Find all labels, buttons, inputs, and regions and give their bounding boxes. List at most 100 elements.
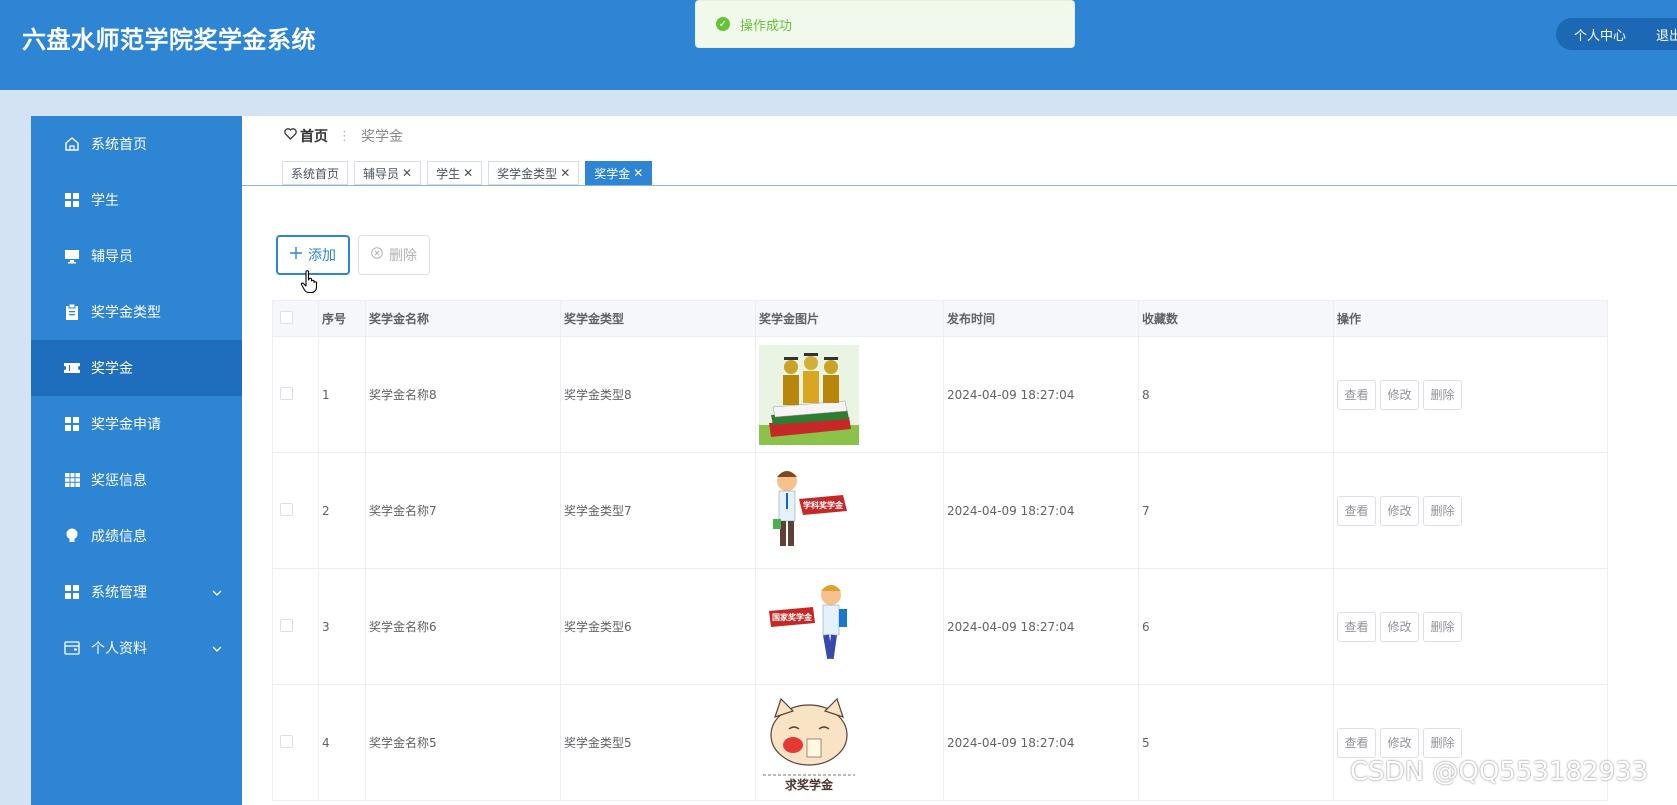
sidebar-item-grades[interactable]: 成绩信息 bbox=[31, 508, 242, 564]
row-delete-button[interactable]: 删除 bbox=[1423, 727, 1462, 758]
cell-index: 2 bbox=[318, 452, 366, 569]
close-icon[interactable]: ✕ bbox=[463, 166, 473, 180]
tab-home[interactable]: 系统首页 bbox=[282, 161, 349, 185]
view-button[interactable]: 查看 bbox=[1337, 611, 1376, 642]
column-header: 操作 bbox=[1333, 300, 1608, 337]
breadcrumb-home-label: 首页 bbox=[300, 129, 328, 145]
main-content: 首页 ⋮ 奖学金 系统首页 辅导员 ✕ 学生 ✕ 奖学金类型 ✕ 奖学金 ✕ 添加 删除 bbox=[242, 116, 1677, 805]
image-caption: 求奖学金 bbox=[785, 777, 834, 792]
scholarship-image-student-banner: 学科奖学金 bbox=[759, 460, 859, 561]
cell-name: 奖学金名称7 bbox=[365, 452, 561, 569]
select-all-checkbox[interactable] bbox=[280, 310, 293, 324]
tab-label: 奖学金类型 bbox=[497, 166, 558, 181]
tab-scholarships[interactable]: 奖学金 ✕ bbox=[585, 161, 653, 185]
app-title: 六盘水师范学院奖学金系统 bbox=[22, 26, 316, 54]
view-button[interactable]: 查看 bbox=[1337, 727, 1376, 758]
cell-index: 1 bbox=[318, 336, 366, 453]
row-delete-button[interactable]: 删除 bbox=[1423, 379, 1462, 410]
cell-name: 奖学金名称6 bbox=[365, 568, 561, 685]
row-checkbox[interactable] bbox=[280, 502, 293, 516]
sidebar-item-label: 奖惩信息 bbox=[91, 473, 147, 489]
table-row: 3 奖学金名称6 奖学金类型6 国家奖学金 2024-04-09 18:27:0… bbox=[272, 568, 1608, 685]
row-checkbox[interactable] bbox=[280, 618, 293, 632]
chevron-down-icon bbox=[212, 640, 222, 656]
tab-divider bbox=[242, 185, 1677, 186]
add-button[interactable]: 添加 bbox=[276, 235, 350, 275]
cell-type: 奖学金类型8 bbox=[560, 336, 756, 453]
view-button[interactable]: 查看 bbox=[1337, 495, 1376, 526]
sidebar: 系统首页 学生 辅导员 奖学金类型 奖学金 奖学金申请 奖惩信息 成绩信息 系统… bbox=[31, 116, 242, 805]
scholarship-image-coins-books bbox=[759, 344, 859, 445]
grid-icon bbox=[63, 583, 81, 601]
tab-label: 系统首页 bbox=[291, 166, 340, 181]
column-header: 奖学金图片 bbox=[755, 300, 944, 337]
wallet-icon bbox=[63, 639, 81, 657]
sidebar-item-scholarship-types[interactable]: 奖学金类型 bbox=[31, 284, 242, 340]
heart-icon bbox=[284, 128, 297, 144]
cell-published: 2024-04-09 18:27:04 bbox=[943, 568, 1139, 685]
check-circle-icon: ✓ bbox=[716, 17, 730, 31]
row-delete-button[interactable]: 删除 bbox=[1423, 495, 1462, 526]
add-button-label: 添加 bbox=[308, 248, 336, 264]
cell-image: 国家奖学金 bbox=[755, 568, 944, 685]
plus-icon bbox=[290, 247, 302, 263]
close-icon[interactable]: ✕ bbox=[560, 166, 570, 180]
row-checkbox[interactable] bbox=[280, 386, 293, 400]
sidebar-item-students[interactable]: 学生 bbox=[31, 172, 242, 228]
chevron-down-icon bbox=[212, 584, 222, 600]
hand-cursor-icon bbox=[300, 270, 320, 298]
cell-favorites: 6 bbox=[1138, 568, 1334, 685]
edit-button[interactable]: 修改 bbox=[1380, 727, 1419, 758]
toast-message: 操作成功 bbox=[740, 18, 793, 34]
view-button[interactable]: 查看 bbox=[1337, 379, 1376, 410]
close-icon[interactable]: ✕ bbox=[402, 166, 412, 180]
sidebar-item-scholarship-applications[interactable]: 奖学金申请 bbox=[31, 396, 242, 452]
monitor-icon bbox=[63, 247, 81, 265]
breadcrumb: 首页 ⋮ 奖学金 bbox=[284, 126, 403, 146]
grid-icon bbox=[63, 191, 81, 209]
cell-type: 奖学金类型5 bbox=[560, 684, 756, 801]
scholarship-image-cartoon-cat: 求奖学金 bbox=[759, 692, 859, 793]
sidebar-item-system-management[interactable]: 系统管理 bbox=[31, 564, 242, 620]
sidebar-item-label: 奖学金 bbox=[91, 361, 133, 377]
cell-name: 奖学金名称8 bbox=[365, 336, 561, 453]
grid-icon bbox=[63, 415, 81, 433]
cell-image: 学科奖学金 bbox=[755, 452, 944, 569]
success-toast: ✓ 操作成功 bbox=[695, 0, 1075, 48]
table-header-row: 序号 奖学金名称 奖学金类型 奖学金图片 发布时间 收藏数 操作 bbox=[272, 300, 1608, 337]
cell-image bbox=[755, 336, 944, 453]
cell-favorites: 7 bbox=[1138, 452, 1334, 569]
row-checkbox[interactable] bbox=[280, 734, 293, 748]
sidebar-item-home[interactable]: 系统首页 bbox=[31, 116, 242, 172]
edit-button[interactable]: 修改 bbox=[1380, 495, 1419, 526]
edit-button[interactable]: 修改 bbox=[1380, 611, 1419, 642]
tab-students[interactable]: 学生 ✕ bbox=[427, 161, 483, 185]
tab-counselors[interactable]: 辅导员 ✕ bbox=[354, 161, 422, 185]
sidebar-item-counselors[interactable]: 辅导员 bbox=[31, 228, 242, 284]
select-all-cell bbox=[272, 300, 319, 337]
sidebar-item-label: 辅导员 bbox=[91, 249, 133, 265]
cell-favorites: 5 bbox=[1138, 684, 1334, 801]
cell-published: 2024-04-09 18:27:04 bbox=[943, 452, 1139, 569]
column-header: 序号 bbox=[318, 300, 366, 337]
watermark-text: CSDN @QQ553182933 bbox=[1350, 757, 1649, 787]
table-row: 1 奖学金名称8 奖学金类型8 2024-04-09 18:27:04 8 查看… bbox=[272, 336, 1608, 453]
user-center-link[interactable]: 个人中心 bbox=[1574, 25, 1626, 44]
delete-button[interactable]: 删除 bbox=[358, 235, 430, 275]
breadcrumb-home[interactable]: 首页 bbox=[284, 126, 328, 146]
sidebar-item-profile[interactable]: 个人资料 bbox=[31, 620, 242, 676]
scholarship-table: 序号 奖学金名称 奖学金类型 奖学金图片 发布时间 收藏数 操作 1 奖学金名称… bbox=[272, 300, 1608, 801]
edit-button[interactable]: 修改 bbox=[1380, 379, 1419, 410]
tab-scholarship-types[interactable]: 奖学金类型 ✕ bbox=[488, 161, 580, 185]
close-icon[interactable]: ✕ bbox=[633, 166, 643, 180]
logout-link[interactable]: 退出 bbox=[1656, 25, 1677, 44]
row-delete-button[interactable]: 删除 bbox=[1423, 611, 1462, 642]
table-icon bbox=[63, 471, 81, 489]
sidebar-item-rewards-penalties[interactable]: 奖惩信息 bbox=[31, 452, 242, 508]
scholarship-image-student-running: 国家奖学金 bbox=[759, 576, 859, 677]
delete-button-label: 删除 bbox=[389, 248, 417, 264]
cell-actions: 查看 修改 删除 bbox=[1333, 452, 1608, 569]
sidebar-item-scholarships[interactable]: 奖学金 bbox=[31, 340, 242, 396]
cell-favorites: 8 bbox=[1138, 336, 1334, 453]
table-row: 2 奖学金名称7 奖学金类型7 学科奖学金 2024-04-09 18:27:0… bbox=[272, 452, 1608, 569]
